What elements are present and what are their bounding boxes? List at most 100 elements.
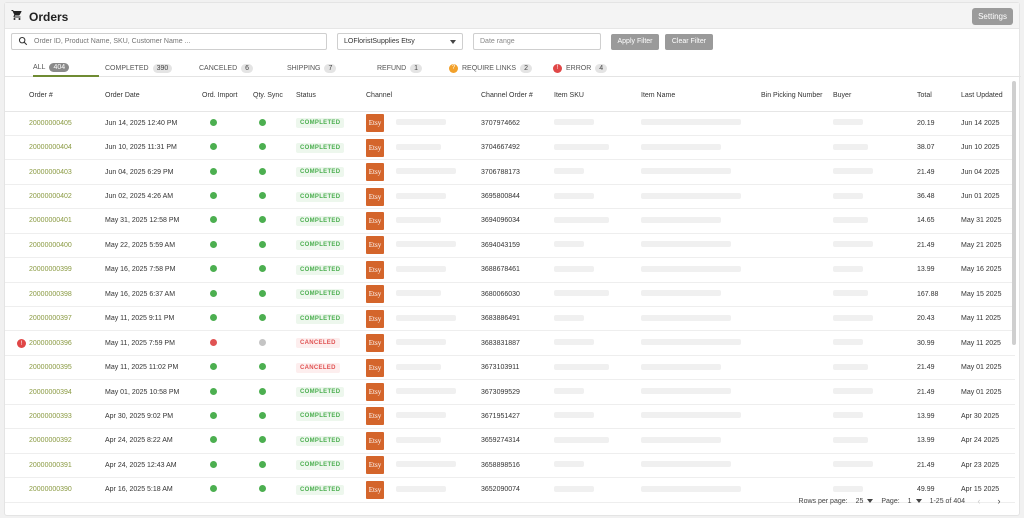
redacted-text: [554, 168, 584, 175]
table-row[interactable]: 20000000392 Apr 24, 2025 8:22 AM COMPLET…: [5, 428, 1015, 454]
import-status-icon: [210, 167, 217, 175]
table-scrollbar[interactable]: [1012, 81, 1016, 345]
tab-refund[interactable]: REFUND 1: [377, 59, 423, 77]
item-sku-cell: [552, 379, 639, 405]
clear-filter-button[interactable]: Clear Filter: [665, 34, 713, 50]
col-buyer[interactable]: Buyer: [831, 81, 915, 112]
item-name-cell: [639, 282, 759, 308]
col-channel[interactable]: Channel: [364, 81, 479, 112]
table-row[interactable]: 20000000403 Jun 04, 2025 6:29 PM COMPLET…: [5, 159, 1015, 185]
channel-cell: Etsy: [364, 453, 479, 479]
store-select[interactable]: LOFloristSupplies Etsy: [337, 33, 463, 50]
tab-all[interactable]: ALL 404: [33, 59, 99, 77]
col-item-sku[interactable]: Item SKU: [552, 81, 639, 112]
order-link[interactable]: 20000000392: [29, 437, 72, 444]
status-cell: COMPLETED: [294, 208, 364, 234]
prev-page-icon[interactable]: ‹: [973, 495, 985, 507]
tab-require-links[interactable]: ? REQUIRE LINKS 2: [449, 59, 532, 77]
status-badge: COMPLETED: [296, 484, 345, 495]
table-row[interactable]: ! 20000000396 May 11, 2025 7:59 PM CANCE…: [5, 330, 1015, 356]
tab-count: 6: [241, 63, 254, 73]
order-link[interactable]: 20000000395: [29, 364, 72, 371]
order-link[interactable]: 20000000399: [29, 266, 72, 273]
table-row[interactable]: 20000000391 Apr 24, 2025 12:43 AM COMPLE…: [5, 453, 1015, 479]
chevron-down-icon: [915, 499, 922, 503]
order-link[interactable]: 20000000394: [29, 389, 72, 396]
bin-cell: [759, 282, 831, 308]
tab-error[interactable]: ! ERROR 4: [553, 59, 608, 77]
order-link[interactable]: 20000000404: [29, 144, 72, 151]
item-sku-cell: [552, 111, 639, 136]
order-link[interactable]: 20000000393: [29, 413, 72, 420]
question-icon: ?: [449, 63, 458, 73]
status-cell: COMPLETED: [294, 111, 364, 136]
order-link[interactable]: 20000000397: [29, 315, 72, 322]
col-bin[interactable]: Bin Picking Number: [759, 81, 831, 112]
order-link[interactable]: 20000000403: [29, 169, 72, 176]
rows-per-page-select[interactable]: 25: [856, 498, 874, 505]
settings-button[interactable]: Settings: [972, 8, 1013, 25]
buyer-cell: [831, 208, 915, 234]
table-row[interactable]: 20000000395 May 11, 2025 11:02 PM CANCEL…: [5, 355, 1015, 381]
order-link[interactable]: 20000000398: [29, 291, 72, 298]
tab-completed[interactable]: COMPLETED 390: [105, 59, 173, 77]
ord-import-cell: [200, 282, 251, 308]
col-item-name[interactable]: Item Name: [639, 81, 759, 112]
order-link[interactable]: 20000000396: [29, 340, 72, 347]
col-order-date[interactable]: Order Date: [103, 81, 200, 112]
order-date-cell: May 16, 2025 6:37 AM: [103, 282, 200, 308]
error-icon: !: [553, 63, 562, 73]
last-updated-cell: Jun 14 2025: [959, 111, 1015, 136]
table-row[interactable]: 20000000401 May 31, 2025 12:58 PM COMPLE…: [5, 208, 1015, 234]
order-date-cell: Apr 24, 2025 8:22 AM: [103, 428, 200, 454]
table-row[interactable]: 20000000394 May 01, 2025 10:58 PM COMPLE…: [5, 379, 1015, 405]
table-row[interactable]: 20000000399 May 16, 2025 7:58 PM COMPLET…: [5, 257, 1015, 283]
tab-canceled[interactable]: CANCELED 6: [199, 59, 254, 77]
order-cell: 20000000398: [5, 282, 103, 308]
col-total[interactable]: Total: [915, 81, 959, 112]
redacted-text: [396, 241, 456, 248]
ord-import-cell: [200, 379, 251, 405]
status-cell: COMPLETED: [294, 282, 364, 308]
order-link[interactable]: 20000000390: [29, 486, 72, 493]
page-select[interactable]: 1: [908, 498, 922, 505]
col-ord-import[interactable]: Ord. Import: [200, 81, 251, 112]
table-row[interactable]: 20000000400 May 22, 2025 5:59 AM COMPLET…: [5, 233, 1015, 259]
ord-import-cell: [200, 233, 251, 259]
order-link[interactable]: 20000000400: [29, 242, 72, 249]
next-page-icon[interactable]: ›: [993, 495, 1005, 507]
col-status[interactable]: Status: [294, 81, 364, 112]
order-link[interactable]: 20000000402: [29, 193, 72, 200]
col-channel-order[interactable]: Channel Order #: [479, 81, 552, 112]
search-input[interactable]: [34, 38, 314, 45]
redacted-text: [641, 241, 731, 248]
date-range-input[interactable]: Date range: [473, 33, 601, 50]
redacted-text: [641, 119, 741, 126]
status-badge: COMPLETED: [296, 142, 345, 153]
tab-shipping[interactable]: SHIPPING 7: [287, 59, 337, 77]
col-last-updated[interactable]: Last Updated: [959, 81, 1015, 112]
table-row[interactable]: 20000000398 May 16, 2025 6:37 AM COMPLET…: [5, 282, 1015, 308]
item-name-cell: [639, 184, 759, 210]
search-box[interactable]: [11, 33, 327, 50]
redacted-text: [396, 461, 456, 468]
redacted-text: [554, 461, 584, 468]
item-sku-cell: [552, 330, 639, 356]
last-updated-cell: Apr 24 2025: [959, 428, 1015, 454]
table-row[interactable]: 20000000404 Jun 10, 2025 11:31 PM COMPLE…: [5, 135, 1015, 161]
item-name-cell: [639, 208, 759, 234]
apply-filter-button[interactable]: Apply Filter: [611, 34, 659, 50]
table-row[interactable]: 20000000393 Apr 30, 2025 9:02 PM COMPLET…: [5, 404, 1015, 430]
redacted-text: [396, 436, 441, 443]
order-link[interactable]: 20000000391: [29, 462, 72, 469]
import-status-icon: [210, 485, 217, 493]
order-link[interactable]: 20000000401: [29, 217, 72, 224]
bin-cell: [759, 330, 831, 356]
table-row[interactable]: 20000000397 May 11, 2025 9:11 PM COMPLET…: [5, 306, 1015, 332]
orders-panel: Orders Settings LOFloristSupplies Etsy D…: [4, 2, 1021, 516]
col-qty-sync[interactable]: Qty. Sync: [251, 81, 294, 112]
table-row[interactable]: 20000000402 Jun 02, 2025 4:26 AM COMPLET…: [5, 184, 1015, 210]
col-order[interactable]: Order #: [5, 81, 103, 112]
table-row[interactable]: 20000000405 Jun 14, 2025 12:40 PM COMPLE…: [5, 111, 1015, 136]
order-link[interactable]: 20000000405: [29, 120, 72, 127]
